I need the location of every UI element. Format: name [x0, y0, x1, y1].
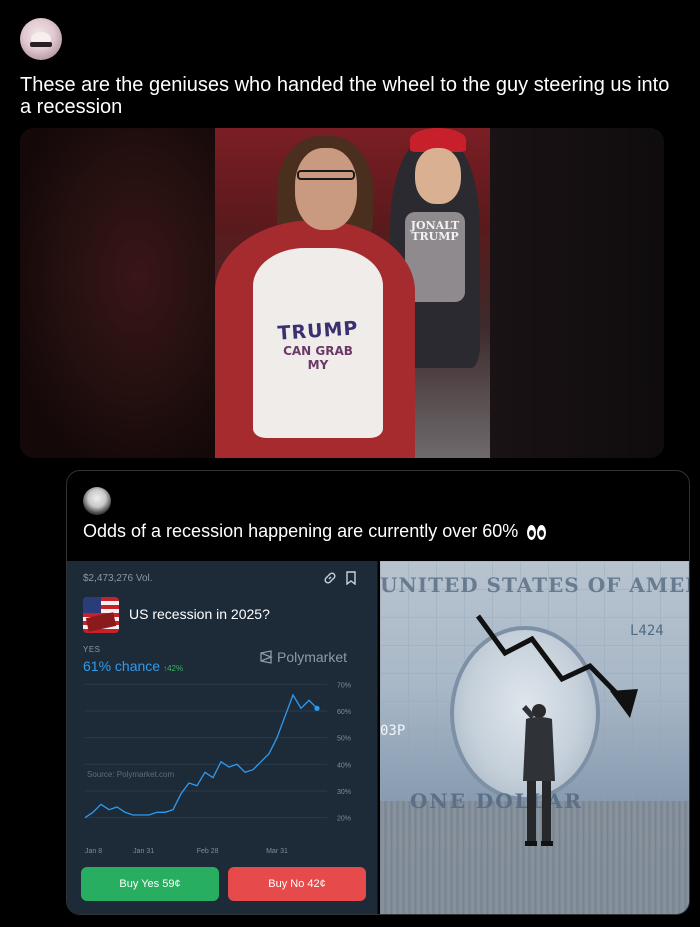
avatar-band: [30, 42, 52, 47]
buy-no-button[interactable]: Buy No 42¢: [228, 867, 366, 901]
photo-shirt2-text: JONALT TRUMP: [405, 220, 465, 242]
businessman-figure: [522, 704, 555, 846]
y-tick-label: 40%: [337, 762, 351, 769]
x-tick-label: Mar 31: [266, 848, 288, 855]
photo-shirt-line3: MY: [307, 358, 329, 372]
probability-chart: 70% 60% 50% 40% 30% 20% Jan 8 Jan 31 Feb 28 Mar …: [84, 682, 351, 855]
quoted-post-text-content: Odds of a recession happening are curren…: [83, 521, 519, 541]
yes-label: YES: [83, 645, 101, 654]
bookmark-icon[interactable]: [345, 571, 357, 585]
photo-shirt-text: TRUMP CAN GRAB MY: [257, 317, 379, 372]
dollar-image: UNITED STATES OF AMERICA L424 03P ONE DO…: [380, 561, 689, 914]
photo-shirt-line1: TRUMP: [276, 317, 360, 345]
polymarket-brand-text: Polymarket: [277, 649, 348, 665]
polymarket-panel: $2,473,276 Vol. US recession in 2025? YE…: [67, 561, 378, 914]
buy-yes-button[interactable]: Buy Yes 59¢: [81, 867, 219, 901]
polymarket-logo-icon: [260, 650, 273, 664]
photo-main: JONALT TRUMP TRUMP CAN GRAB MY: [215, 128, 490, 458]
photo-blur-right: [489, 128, 664, 458]
chart-y-ticks: 70% 60% 50% 40% 30% 20%: [337, 682, 351, 822]
photo-glasses: [297, 170, 355, 180]
y-tick-label: 20%: [337, 816, 351, 823]
market-question: US recession in 2025?: [129, 606, 270, 622]
post-photo[interactable]: JONALT TRUMP TRUMP CAN GRAB MY: [20, 128, 664, 458]
x-tick-label: Feb 28: [197, 848, 219, 855]
y-tick-label: 70%: [337, 682, 351, 689]
us-flag-icon: [83, 597, 119, 633]
chart-grid: [85, 683, 327, 819]
quoted-post-card[interactable]: Odds of a recession happening are curren…: [66, 470, 690, 915]
link-icon[interactable]: [323, 571, 337, 585]
y-tick-label: 60%: [337, 709, 351, 716]
author-avatar[interactable]: [20, 18, 62, 60]
polymarket-brand: Polymarket: [259, 649, 347, 665]
series-line: [84, 693, 318, 819]
eyes-icon: [527, 524, 547, 545]
photo-shirt-line2: CAN GRAB: [283, 344, 353, 358]
series-last-point: [314, 705, 320, 711]
y-tick-label: 30%: [337, 789, 351, 796]
y-tick-label: 50%: [337, 736, 351, 743]
chart-x-ticks: Jan 8 Jan 31 Feb 28 Mar 31: [85, 848, 288, 855]
post-text: These are the geniuses who handed the wh…: [20, 74, 670, 118]
x-tick-label: Jan 31: [133, 848, 154, 855]
photo-person-face: [295, 148, 357, 230]
quoted-author-avatar[interactable]: [83, 487, 111, 515]
x-tick-label: Jan 8: [85, 848, 102, 855]
market-volume: $2,473,276 Vol.: [83, 573, 153, 584]
photo-woman-background-face: [415, 148, 461, 204]
photo-shirt2-line2: TRUMP: [411, 230, 459, 243]
chart-source: Source: Polymarket.com: [87, 770, 174, 779]
photo-blur-left: [20, 128, 215, 458]
quoted-post-text: Odds of a recession happening are curren…: [83, 521, 547, 545]
